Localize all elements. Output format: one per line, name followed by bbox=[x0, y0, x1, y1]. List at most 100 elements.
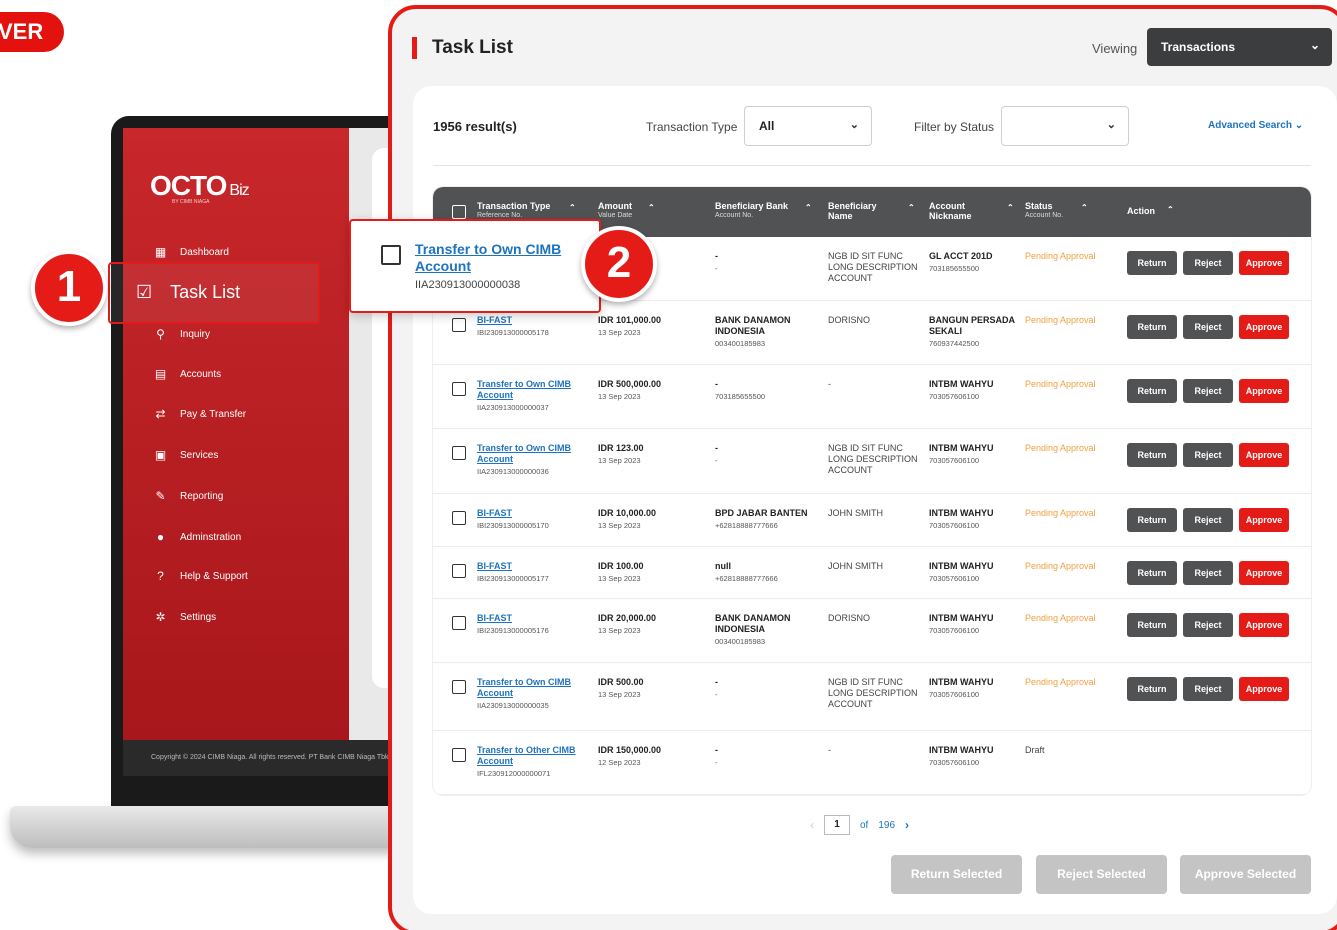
reject-button[interactable]: Reject bbox=[1183, 613, 1233, 637]
beneficiary-account: - bbox=[715, 758, 718, 767]
status-badge: Pending Approval bbox=[1025, 443, 1096, 453]
account-nickname: INTBM WAHYU bbox=[929, 379, 994, 389]
sidebar-item-accounts[interactable]: ▤ Accounts bbox=[153, 367, 221, 381]
amount: IDR 150,000.00 bbox=[598, 745, 662, 755]
account-nickname: GL ACCT 201D bbox=[929, 251, 993, 261]
reject-button[interactable]: Reject bbox=[1183, 561, 1233, 585]
reject-selected-button[interactable]: Reject Selected bbox=[1036, 855, 1167, 894]
reject-button[interactable]: Reject bbox=[1183, 508, 1233, 532]
transaction-type-link[interactable]: Transfer to Own CIMB Account bbox=[477, 677, 571, 698]
beneficiary-bank: - bbox=[715, 251, 718, 261]
reference-number: IIA230913000000037 bbox=[477, 403, 549, 412]
viewing-select[interactable]: Transactions ⌄ bbox=[1147, 28, 1332, 66]
reject-button[interactable]: Reject bbox=[1183, 315, 1233, 339]
return-button[interactable]: Return bbox=[1127, 443, 1177, 467]
sidebar-item-administration[interactable]: ● Adminstration bbox=[153, 530, 241, 544]
amount: IDR 123.00 bbox=[598, 443, 644, 453]
transaction-type-link[interactable]: BI-FAST bbox=[477, 508, 512, 518]
reference-number: IBI230913000005176 bbox=[477, 626, 549, 635]
return-button[interactable]: Return bbox=[1127, 315, 1177, 339]
status-badge: Pending Approval bbox=[1025, 251, 1096, 261]
row-checkbox[interactable] bbox=[452, 382, 466, 396]
column-account-nickname[interactable]: Account Nickname ⌃ bbox=[929, 201, 1014, 221]
clipboard-check-icon: ☑ bbox=[136, 282, 153, 302]
return-button[interactable]: Return bbox=[1127, 251, 1177, 275]
row-checkbox[interactable] bbox=[452, 748, 466, 762]
value-date: 13 Sep 2023 bbox=[598, 626, 641, 635]
beneficiary-bank: - bbox=[715, 745, 718, 755]
column-action[interactable]: Action ⌃ bbox=[1127, 205, 1174, 216]
reject-button[interactable]: Reject bbox=[1183, 379, 1233, 403]
return-button[interactable]: Return bbox=[1127, 677, 1177, 701]
results-count: 1956 result(s) bbox=[433, 119, 517, 134]
sidebar-item-help-support[interactable]: ? Help & Support bbox=[153, 569, 248, 583]
row-checkbox[interactable] bbox=[452, 680, 466, 694]
amount: IDR 500.00 bbox=[598, 677, 644, 687]
reject-button[interactable]: Reject bbox=[1183, 251, 1233, 275]
select-all-checkbox[interactable] bbox=[452, 205, 466, 219]
transaction-link[interactable]: Transfer to Own CIMB Account bbox=[415, 241, 585, 275]
transaction-type-link[interactable]: BI-FAST bbox=[477, 561, 512, 571]
approve-button[interactable]: Approve bbox=[1239, 379, 1289, 403]
user-icon: ● bbox=[156, 530, 165, 544]
return-button[interactable]: Return bbox=[1127, 613, 1177, 637]
transaction-type-link[interactable]: Transfer to Own CIMB Account bbox=[477, 443, 571, 464]
return-button[interactable]: Return bbox=[1127, 561, 1177, 585]
app-footer: Copyright © 2024 CIMB Niaga. All rights … bbox=[123, 740, 411, 776]
row-checkbox[interactable] bbox=[452, 446, 466, 460]
row-checkbox[interactable] bbox=[452, 318, 466, 332]
search-icon: ⚲ bbox=[156, 327, 165, 341]
column-beneficiary-bank[interactable]: Beneficiary Bank Account No. ⌃ bbox=[715, 201, 812, 221]
transaction-type-select[interactable]: All ⌄ bbox=[744, 106, 872, 146]
sidebar-item-settings[interactable]: ✲ Settings bbox=[153, 610, 216, 624]
approve-button[interactable]: Approve bbox=[1239, 315, 1289, 339]
page-input[interactable]: 1 bbox=[824, 815, 850, 835]
filter-status-select[interactable]: ⌄ bbox=[1001, 106, 1129, 146]
sidebar-item-task-list[interactable]: ☑ Task List bbox=[136, 282, 240, 303]
return-button[interactable]: Return bbox=[1127, 508, 1177, 532]
sidebar-item-services[interactable]: ▣ Services bbox=[153, 448, 219, 462]
reject-button[interactable]: Reject bbox=[1183, 677, 1233, 701]
return-selected-button[interactable]: Return Selected bbox=[891, 855, 1022, 894]
column-beneficiary-name[interactable]: Beneficiary Name ⌃ bbox=[828, 201, 915, 221]
sidebar-item-reporting[interactable]: ✎ Reporting bbox=[153, 489, 223, 503]
sort-icon: ⌃ bbox=[805, 203, 812, 212]
transaction-type-link[interactable]: BI-FAST bbox=[477, 315, 512, 325]
approve-button[interactable]: Approve bbox=[1239, 561, 1289, 585]
row-checkbox[interactable] bbox=[381, 245, 401, 265]
laptop-base bbox=[10, 806, 410, 848]
column-transaction-type[interactable]: Transaction Type Reference No. ⌃ bbox=[477, 201, 576, 221]
approve-selected-button[interactable]: Approve Selected bbox=[1180, 855, 1311, 894]
approve-button[interactable]: Approve bbox=[1239, 508, 1289, 532]
transaction-type-link[interactable]: BI-FAST bbox=[477, 613, 512, 623]
divider bbox=[433, 165, 1311, 166]
approve-button[interactable]: Approve bbox=[1239, 613, 1289, 637]
account-nickname: INTBM WAHYU bbox=[929, 443, 994, 453]
next-page-icon[interactable]: › bbox=[905, 818, 909, 832]
account-number: 703185655500 bbox=[929, 264, 980, 273]
account-number: 703057606100 bbox=[929, 521, 980, 530]
approve-button[interactable]: Approve bbox=[1239, 443, 1289, 467]
sidebar-item-dashboard[interactable]: ▦ Dashboard bbox=[153, 245, 229, 259]
reference-number: IFL230912000000071 bbox=[477, 769, 551, 778]
sidebar-item-inquiry[interactable]: ⚲ Inquiry bbox=[153, 327, 210, 341]
row-checkbox[interactable] bbox=[452, 511, 466, 525]
column-status[interactable]: Status Account No. ⌃ bbox=[1025, 201, 1088, 221]
approve-button[interactable]: Approve bbox=[1239, 251, 1289, 275]
advanced-search-link[interactable]: Advanced Search ⌄ bbox=[1208, 120, 1303, 131]
prev-page-icon[interactable]: ‹ bbox=[810, 818, 814, 832]
column-amount[interactable]: Amount Value Date ⌃ bbox=[598, 201, 655, 221]
app-sidebar bbox=[123, 128, 349, 740]
sidebar-item-pay-transfer[interactable]: ⇄ Pay & Transfer bbox=[153, 407, 246, 421]
approve-button[interactable]: Approve bbox=[1239, 677, 1289, 701]
transaction-type-link[interactable]: Transfer to Own CIMB Account bbox=[477, 379, 571, 400]
amount: IDR 20,000.00 bbox=[598, 613, 657, 623]
row-checkbox[interactable] bbox=[452, 616, 466, 630]
transaction-type-link[interactable]: Transfer to Other CIMB Account bbox=[477, 745, 576, 766]
table-row: BI-FAST IBI230913000005170 IDR 10,000.00 13… bbox=[433, 494, 1311, 547]
highlight-callout: Transfer to Own CIMB Account IIA23091300… bbox=[349, 219, 601, 313]
reject-button[interactable]: Reject bbox=[1183, 443, 1233, 467]
table-row: Transfer to Own CIMB Account IIA230913000… bbox=[433, 663, 1311, 731]
row-checkbox[interactable] bbox=[452, 564, 466, 578]
return-button[interactable]: Return bbox=[1127, 379, 1177, 403]
